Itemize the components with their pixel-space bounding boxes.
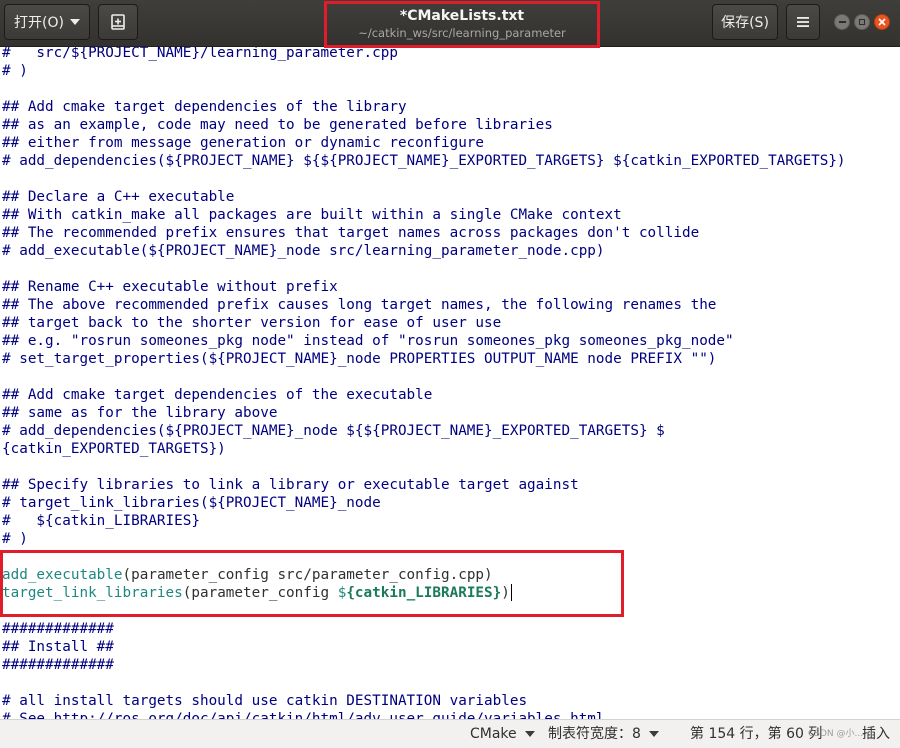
tab-width-selector[interactable]: 制表符宽度：8 [548,720,659,748]
code-line: # src/${PROJECT_NAME}/learning_parameter… [2,47,398,61]
code-line: ## Add cmake target dependencies of the … [2,99,407,115]
code-line: ## either from message generation or dyn… [2,135,485,151]
tab-width-label: 制表符宽度：8 [548,726,641,742]
code-line: ## Specify libraries to link a library o… [2,477,579,493]
open-label: 打开(O) [14,15,64,31]
insert-mode: 插入 [862,726,890,742]
code-line: # add_executable(${PROJECT_NAME}_node sr… [2,243,605,259]
window-subtitle: ~/catkin_ws/src/learning_parameter [358,26,566,40]
code-line: # all install targets should use catkin … [2,693,528,709]
header-bar: 打开(O) *CMakeLists.txt ~/catkin_ws/src/le… [0,0,900,47]
code-line: ## e.g. "rosrun someones_pkg node" inste… [2,333,734,349]
chevron-down-icon [69,19,80,25]
cmake-args-close: ) [501,585,510,601]
text-editor[interactable]: # src/${PROJECT_NAME}/learning_parameter… [0,47,900,719]
window-title: *CMakeLists.txt [399,8,525,24]
new-document-button[interactable] [98,4,138,40]
hamburger-menu-button[interactable] [786,4,820,40]
status-bar: CMake 制表符宽度：8 第 154 行，第 60 列 CSDN @小... … [0,719,900,748]
code-line: ############# [2,621,114,637]
text-cursor [510,584,512,601]
open-button[interactable]: 打开(O) [4,4,90,40]
cursor-position[interactable]: 第 154 行，第 60 列 [690,720,822,748]
code-line: ## Install ## [2,639,114,655]
maximize-button[interactable] [854,14,870,30]
code-line: {catkin_EXPORTED_TARGETS}) [2,441,226,457]
new-document-icon [111,14,125,30]
maximize-icon [859,19,865,25]
minimize-button[interactable] [834,14,850,30]
code-line: ## as an example, code may need to be ge… [2,117,553,133]
code-line: ## target back to the shorter version fo… [2,315,502,331]
code-line: # set_target_properties(${PROJECT_NAME}_… [2,351,717,367]
code-line: ############# [2,657,114,673]
code-line: # add_dependencies(${PROJECT_NAME} ${${P… [2,153,846,169]
code-line: ## With catkin_make all packages are bui… [2,207,622,223]
close-icon [878,18,886,26]
language-label: CMake [470,726,517,742]
language-selector[interactable]: CMake [470,720,535,748]
code-line: # ${catkin_LIBRARIES} [2,513,200,529]
cmake-command: target_link_libraries [2,585,183,601]
code-line: ## same as for the library above [2,405,278,421]
chevron-down-icon [648,731,659,737]
code-line: ## Add cmake target dependencies of the … [2,387,433,403]
code-line: # target_link_libraries(${PROJECT_NAME}_… [2,495,381,511]
code-line-target-link-libraries: target_link_libraries(parameter_config $… [2,584,512,602]
code-line: ## The recommended prefix ensures that t… [2,225,700,241]
code-line: ## The above recommended prefix causes l… [2,297,717,313]
code-line: ## Rename C++ executable without prefix [2,279,338,295]
minimize-icon [838,21,846,23]
close-button[interactable] [874,14,890,30]
cmake-args: (parameter_config [182,585,338,601]
save-button[interactable]: 保存(S) [712,4,778,40]
watermark: CSDN @小... [808,729,864,739]
hamburger-menu-icon [797,17,809,27]
code-line: # ) [2,531,28,547]
cmake-command: add_executable [2,567,123,583]
code-line: ## Declare a C++ executable [2,189,235,205]
cmake-args: (parameter_config src/parameter_config.c… [122,567,493,583]
code-line: # add_dependencies(${PROJECT_NAME}_node … [2,423,665,439]
code-line: # ) [2,63,28,79]
window-title-area: *CMakeLists.txt ~/catkin_ws/src/learning… [326,2,598,46]
code-line-add-executable: add_executable(parameter_config src/para… [2,566,493,584]
code-line: # See http://ros.org/doc/api/catkin/html… [2,711,605,719]
chevron-down-icon [524,731,535,737]
cmake-variable: {catkin_LIBRARIES} [346,585,502,601]
